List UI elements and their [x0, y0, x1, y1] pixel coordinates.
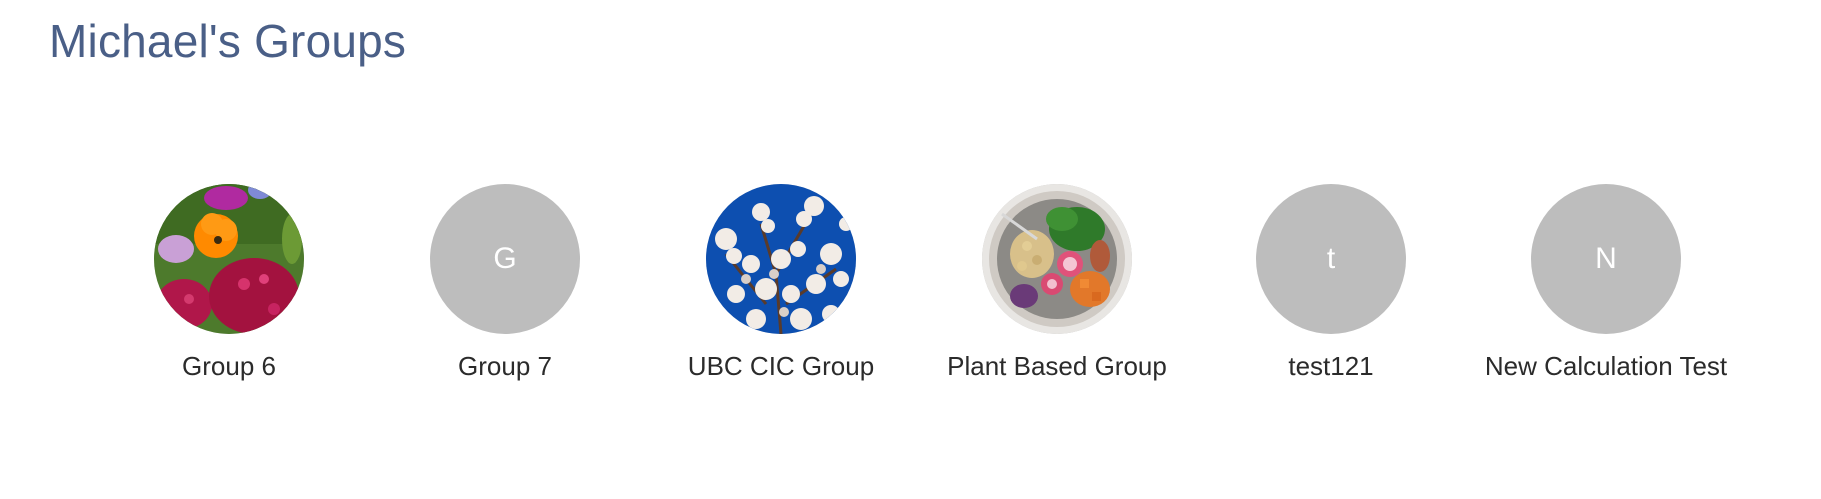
group-name[interactable]: New Calculation Test	[1485, 351, 1727, 382]
group-card-ubc-cic-group[interactable]: UBC CIC Group	[651, 184, 911, 382]
group-name[interactable]: UBC CIC Group	[688, 351, 874, 382]
group-avatar-letter[interactable]: G	[430, 184, 580, 334]
group-name[interactable]: Group 7	[458, 351, 552, 382]
salad-bowl-photo	[982, 184, 1132, 334]
group-avatar-flowers-photo[interactable]	[154, 184, 304, 334]
group-card-plant-based-group[interactable]: Plant Based Group	[927, 184, 1187, 382]
group-avatar-letter[interactable]: N	[1531, 184, 1681, 334]
groups-page: Michael's Groups Group 6 G Group 7 UBC C…	[0, 0, 1821, 499]
group-card-new-calculation-test[interactable]: N New Calculation Test	[1476, 184, 1736, 382]
avatar-letter: N	[1595, 242, 1617, 275]
group-name[interactable]: Group 6	[182, 351, 276, 382]
group-avatar-salad-bowl-photo[interactable]	[982, 184, 1132, 334]
group-card-group-6[interactable]: Group 6	[99, 184, 359, 382]
group-name[interactable]: test121	[1288, 351, 1373, 382]
flowers-photo	[154, 184, 304, 334]
group-name[interactable]: Plant Based Group	[947, 351, 1167, 382]
group-list: Group 6 G Group 7 UBC CIC Group Plant Ba…	[0, 184, 1821, 384]
group-card-group-7[interactable]: G Group 7	[375, 184, 635, 382]
cherry-blossom-photo	[706, 184, 856, 334]
group-card-test121[interactable]: t test121	[1201, 184, 1461, 382]
group-avatar-letter[interactable]: t	[1256, 184, 1406, 334]
avatar-letter: t	[1326, 242, 1336, 275]
group-avatar-cherry-blossom-photo[interactable]	[706, 184, 856, 334]
avatar-letter: G	[493, 242, 517, 275]
page-title: Michael's Groups	[49, 15, 407, 67]
